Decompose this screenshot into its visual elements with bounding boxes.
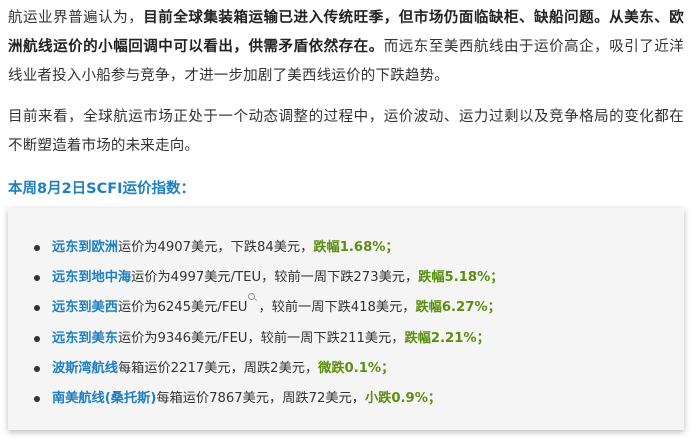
rate-text: 运价为4997美元/TEU，较前一周下跌273美元， [131,270,419,286]
rate-change: 微跌0.1%； [318,360,395,376]
intro-paragraph: 航运业界普遍认为，目前全球集装箱运输已进入传统旺季，但市场仍面临缺柜、缺船问题。… [8,4,684,91]
rate-item-far-east-us-west: 远东到美西运价为6245美元/FEU ，较前一周下跌418美元，跌幅6.27%； [8,293,684,323]
bullet-icon [34,275,40,282]
rate-item-south-america: 南美航线(桑托斯)每箱运价7867美元，周跌72美元，小跌0.9%； [8,384,684,414]
rate-item-far-east-europe: 远东到欧洲运价为4907美元，下跌84美元，跌幅1.68%； [8,233,684,263]
route-name: 远东到美西 [52,300,118,316]
search-icon[interactable] [248,293,258,302]
outlook-paragraph: 目前来看，全球航运市场正处于一个动态调整的过程中，运价波动、运力过剩以及竞争格局… [8,109,684,154]
rate-item-far-east-us-east: 远东到美东运价为9346美元/FEU，较前一周下跌211美元，跌幅2.21%； [8,324,684,354]
rate-change: 跌幅5.18%； [418,270,504,286]
route-name: 南美航线(桑托斯) [52,390,157,406]
rate-list: 远东到欧洲运价为4907美元，下跌84美元，跌幅1.68%； 远东到地中海运价为… [8,233,684,414]
rate-change: 跌幅1.68%； [313,240,399,255]
rate-item-persian-gulf: 波斯湾航线每箱运价2217美元，周跌2美元，微跌0.1%； [8,354,684,384]
route-name: 波斯湾航线 [52,360,118,376]
bullet-icon [34,335,40,342]
route-name: 远东到地中海 [52,270,132,286]
rate-text: 运价为9346美元/FEU，较前一周下跌211美元， [117,330,405,346]
bullet-icon [34,395,40,402]
rate-change: 小跌0.9%； [364,390,442,406]
intro-text-lead: 航运业界普遍认为， [8,10,144,26]
rate-text: 每箱运价2217美元，周跌2美元， [117,360,319,376]
rate-text: 运价为6245美元/FEU [117,300,248,316]
route-name: 远东到美东 [52,330,118,346]
rate-item-far-east-mediterranean: 远东到地中海运价为4997美元/TEU，较前一周下跌273美元，跌幅5.18%； [8,263,684,293]
rate-text: 每箱运价7867美元，周跌72美元， [156,390,365,406]
rate-change: 跌幅2.21%； [404,330,490,346]
section-title: 本周8月2日SCFI运价指数： [8,181,196,197]
bullet-icon [34,305,40,312]
scfi-rate-box: 远东到欧洲运价为4907美元，下跌84美元，跌幅1.68%； 远东到地中海运价为… [8,208,684,430]
rate-text: 运价为4907美元，下跌84美元， [117,240,314,255]
rate-change: 跌幅6.27%； [415,300,501,316]
bullet-icon [34,365,40,372]
bullet-icon [34,245,40,251]
route-name: 远东到欧洲 [52,240,118,255]
rate-text-cont: ，较前一周下跌418美元， [258,300,416,316]
